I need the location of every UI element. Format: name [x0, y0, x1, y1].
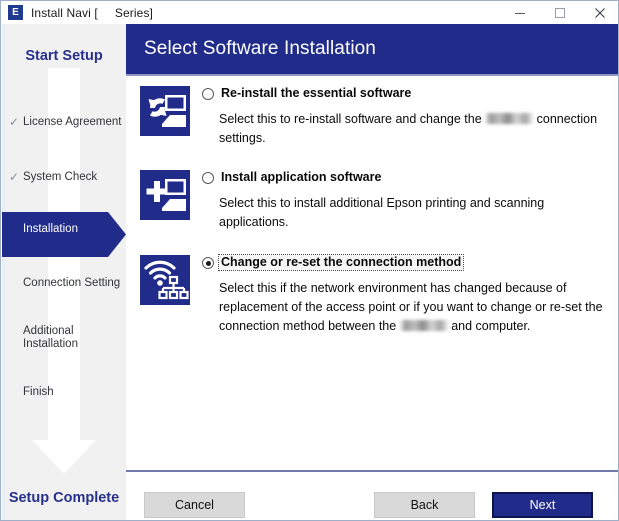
- redacted-model-name: [399, 320, 448, 331]
- option-description: Select this to install additional Epson …: [219, 196, 545, 229]
- window-title: Install Navi [ Series]: [31, 5, 153, 20]
- window-controls: [500, 1, 618, 24]
- progress-arrow-head: [32, 440, 96, 474]
- sidebar-item-label: Finish: [23, 385, 54, 398]
- reinstall-software-icon: [140, 86, 190, 136]
- minimize-icon[interactable]: [500, 1, 540, 24]
- option-description-text: Select this to re-install software and c…: [219, 112, 482, 126]
- option-title-row: Install application software: [202, 170, 610, 187]
- radio-install-application-software[interactable]: [202, 172, 214, 184]
- epson-e-icon: E: [8, 5, 23, 20]
- sidebar-item-label: Connection Setting: [23, 276, 121, 289]
- option-install-application-software[interactable]: Install application software Select this…: [140, 170, 610, 232]
- maximize-icon[interactable]: [540, 1, 580, 24]
- option-change-connection-method[interactable]: Change or re-set the connection method S…: [140, 254, 611, 336]
- network-connection-icon: [140, 255, 190, 305]
- radio-change-connection-method[interactable]: [202, 257, 214, 269]
- sidebar-item-label: Installation: [23, 223, 78, 235]
- install-application-icon: [140, 170, 190, 220]
- option-body: Change or re-set the connection method S…: [202, 254, 611, 336]
- setup-steps-sidebar: Start Setup ✓ License Agreement ✓ System…: [2, 24, 126, 520]
- footer-divider: [126, 470, 618, 472]
- check-icon: ✓: [8, 170, 20, 184]
- sidebar-item-additional-installation[interactable]: Additional Installation: [2, 325, 126, 350]
- radio-reinstall-essential-software[interactable]: [202, 88, 214, 100]
- sidebar-item-license-agreement[interactable]: ✓ License Agreement: [2, 111, 126, 133]
- cancel-button[interactable]: Cancel: [144, 492, 245, 518]
- next-button[interactable]: Next: [492, 492, 593, 518]
- back-button[interactable]: Back: [374, 492, 475, 518]
- sidebar-item-label: System Check: [23, 170, 98, 183]
- sidebar-item-connection-setting[interactable]: Connection Setting: [2, 272, 126, 294]
- page-title: Select Software Installation: [144, 38, 376, 59]
- option-description-text-cont: and computer.: [451, 319, 531, 333]
- redacted-model-name: [485, 113, 534, 124]
- option-title: Install application software: [221, 170, 382, 184]
- check-icon: ✓: [8, 115, 20, 129]
- option-title: Re-install the essential software: [221, 86, 412, 100]
- header-underline: [126, 74, 618, 76]
- option-body: Install application software Select this…: [202, 170, 610, 232]
- start-setup-label: Start Setup: [25, 48, 103, 64]
- close-icon[interactable]: [580, 1, 618, 24]
- option-description: Select this if the network environment h…: [219, 279, 611, 336]
- option-title-row: Re-install the essential software: [202, 86, 610, 103]
- option-title: Change or re-set the connection method: [217, 254, 465, 271]
- option-title-row: Change or re-set the connection method: [202, 254, 610, 272]
- sidebar-item-finish[interactable]: Finish: [2, 381, 126, 403]
- main-panel: Select Software Installation Re-install …: [126, 24, 618, 520]
- sidebar-item-label: Additional Installation: [23, 325, 78, 350]
- option-description: Select this to re-install software and c…: [219, 110, 611, 148]
- sidebar-item-label: License Agreement: [23, 115, 122, 128]
- title-bar: E Install Navi [ Series]: [1, 1, 618, 24]
- option-body: Re-install the essential software Select…: [202, 86, 610, 148]
- sidebar-item-system-check[interactable]: ✓ System Check: [2, 166, 126, 188]
- install-navi-window: E Install Navi [ Series] Start Setup ✓ L…: [0, 0, 619, 521]
- setup-complete-label: Setup Complete: [8, 490, 120, 506]
- option-reinstall-essential-software[interactable]: Re-install the essential software Select…: [140, 86, 610, 148]
